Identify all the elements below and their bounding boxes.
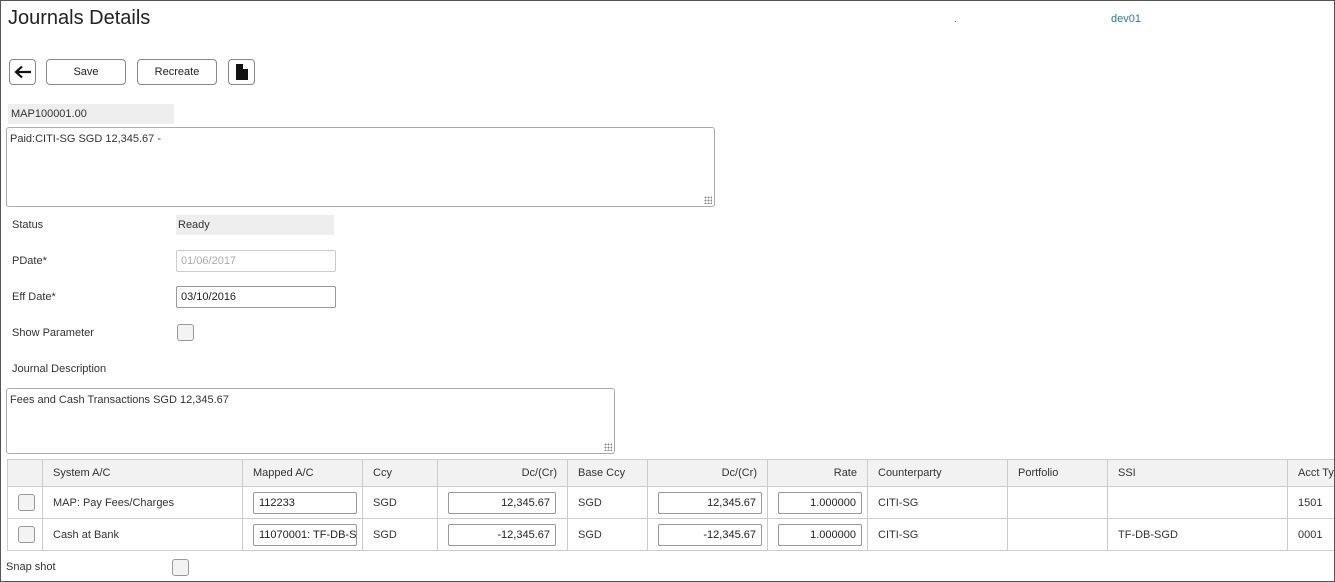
snapshot-label: Snap shot <box>6 561 56 573</box>
journal-description-textarea[interactable]: Fees and Cash Transactions SGD 12,345.67 <box>6 388 615 454</box>
arrow-left-icon <box>13 65 32 79</box>
back-button[interactable] <box>9 59 36 85</box>
counterparty-cell: CITI-SG <box>867 518 1008 551</box>
rate-input[interactable]: 1.000000 <box>778 491 862 514</box>
header-dccr[interactable]: Dc/(Cr) <box>437 459 568 487</box>
mapped-ac-cell: 11070001: TF-DB-SGD <box>242 518 363 551</box>
table-row: MAP: Pay Fees/Charges 112233 SGD 12,345.… <box>7 486 1334 519</box>
header-ccy[interactable]: Ccy <box>362 459 438 487</box>
base-dccr-input[interactable]: -12,345.67 <box>658 523 762 546</box>
document-button[interactable] <box>228 59 255 85</box>
resize-grip-icon[interactable] <box>704 196 712 204</box>
save-button[interactable]: Save <box>46 59 126 85</box>
base-dccr-cell: -12,345.67 <box>647 518 768 551</box>
rate-input[interactable]: 1.000000 <box>778 523 862 546</box>
header-dot: . <box>954 14 957 25</box>
header-select <box>7 459 43 487</box>
journal-description-label: Journal Description <box>12 363 107 375</box>
snapshot-checkbox[interactable] <box>172 559 189 576</box>
journal-note-text: Paid:CITI-SG SGD 12,345.67 - <box>10 133 162 145</box>
table-row: Cash at Bank 11070001: TF-DB-SGD SGD -12… <box>7 518 1334 551</box>
system-ac-cell: Cash at Bank <box>42 518 243 551</box>
row-select-cell <box>7 486 43 519</box>
base-dccr-input[interactable]: 12,345.67 <box>658 491 762 514</box>
row-checkbox[interactable] <box>18 494 35 511</box>
row-select-cell <box>7 518 43 551</box>
journal-lines-table: System A/C Mapped A/C Ccy Dc/(Cr) Base C… <box>7 459 1334 551</box>
journal-note-textarea[interactable]: Paid:CITI-SG SGD 12,345.67 - <box>6 127 715 207</box>
header-acct-type[interactable]: Acct Ty <box>1287 459 1334 487</box>
rate-cell: 1.000000 <box>767 486 868 519</box>
row-checkbox[interactable] <box>18 526 35 543</box>
page-title: Journals Details <box>8 7 151 29</box>
resize-grip-icon[interactable] <box>604 443 612 451</box>
ssi-cell: TF-DB-SGD <box>1107 518 1288 551</box>
base-dccr-cell: 12,345.67 <box>647 486 768 519</box>
recreate-button[interactable]: Recreate <box>137 59 217 85</box>
acct-type-cell: 0001 <box>1287 518 1334 551</box>
dccr-cell: -12,345.67 <box>437 518 568 551</box>
effdate-label: Eff Date* <box>12 291 56 303</box>
effdate-field[interactable]: 03/10/2016 <box>176 286 336 308</box>
system-ac-cell: MAP: Pay Fees/Charges <box>42 486 243 519</box>
ccy-cell: SGD <box>362 518 438 551</box>
counterparty-cell: CITI-SG <box>867 486 1008 519</box>
ssi-cell <box>1107 486 1288 519</box>
header-base-dccr[interactable]: Dc/(Cr) <box>647 459 768 487</box>
document-icon <box>235 64 248 80</box>
acct-type-cell: 1501 <box>1287 486 1334 519</box>
show-parameter-label: Show Parameter <box>12 327 94 339</box>
pdate-label: PDate* <box>12 255 47 267</box>
portfolio-cell <box>1007 518 1108 551</box>
user-name[interactable]: dev01 <box>1111 13 1141 25</box>
pdate-field: 01/06/2017 <box>176 250 336 272</box>
status-label: Status <box>12 219 44 231</box>
journals-details-window: Journals Details . dev01 Save Recreate M… <box>0 0 1335 582</box>
dccr-cell: 12,345.67 <box>437 486 568 519</box>
show-parameter-checkbox[interactable] <box>177 324 194 341</box>
header-rate[interactable]: Rate <box>767 459 868 487</box>
table-header-row: System A/C Mapped A/C Ccy Dc/(Cr) Base C… <box>7 459 1334 487</box>
journal-reference: MAP100001.00 <box>8 104 174 124</box>
ccy-cell: SGD <box>362 486 438 519</box>
dccr-input[interactable]: -12,345.67 <box>448 523 556 546</box>
header-system-ac[interactable]: System A/C <box>42 459 243 487</box>
mapped-ac-cell: 112233 <box>242 486 363 519</box>
header-portfolio[interactable]: Portfolio <box>1007 459 1108 487</box>
status-value: Ready <box>176 215 334 235</box>
mapped-ac-input[interactable]: 112233 <box>253 491 357 514</box>
header-base-ccy[interactable]: Base Ccy <box>567 459 648 487</box>
rate-cell: 1.000000 <box>767 518 868 551</box>
journal-description-text: Fees and Cash Transactions SGD 12,345.67 <box>10 394 229 406</box>
base-ccy-cell: SGD <box>567 486 648 519</box>
dccr-input[interactable]: 12,345.67 <box>448 491 556 514</box>
header-mapped-ac[interactable]: Mapped A/C <box>242 459 363 487</box>
portfolio-cell <box>1007 486 1108 519</box>
base-ccy-cell: SGD <box>567 518 648 551</box>
mapped-ac-input[interactable]: 11070001: TF-DB-SGD <box>253 523 357 546</box>
header-ssi[interactable]: SSI <box>1107 459 1288 487</box>
header-counterparty[interactable]: Counterparty <box>867 459 1008 487</box>
